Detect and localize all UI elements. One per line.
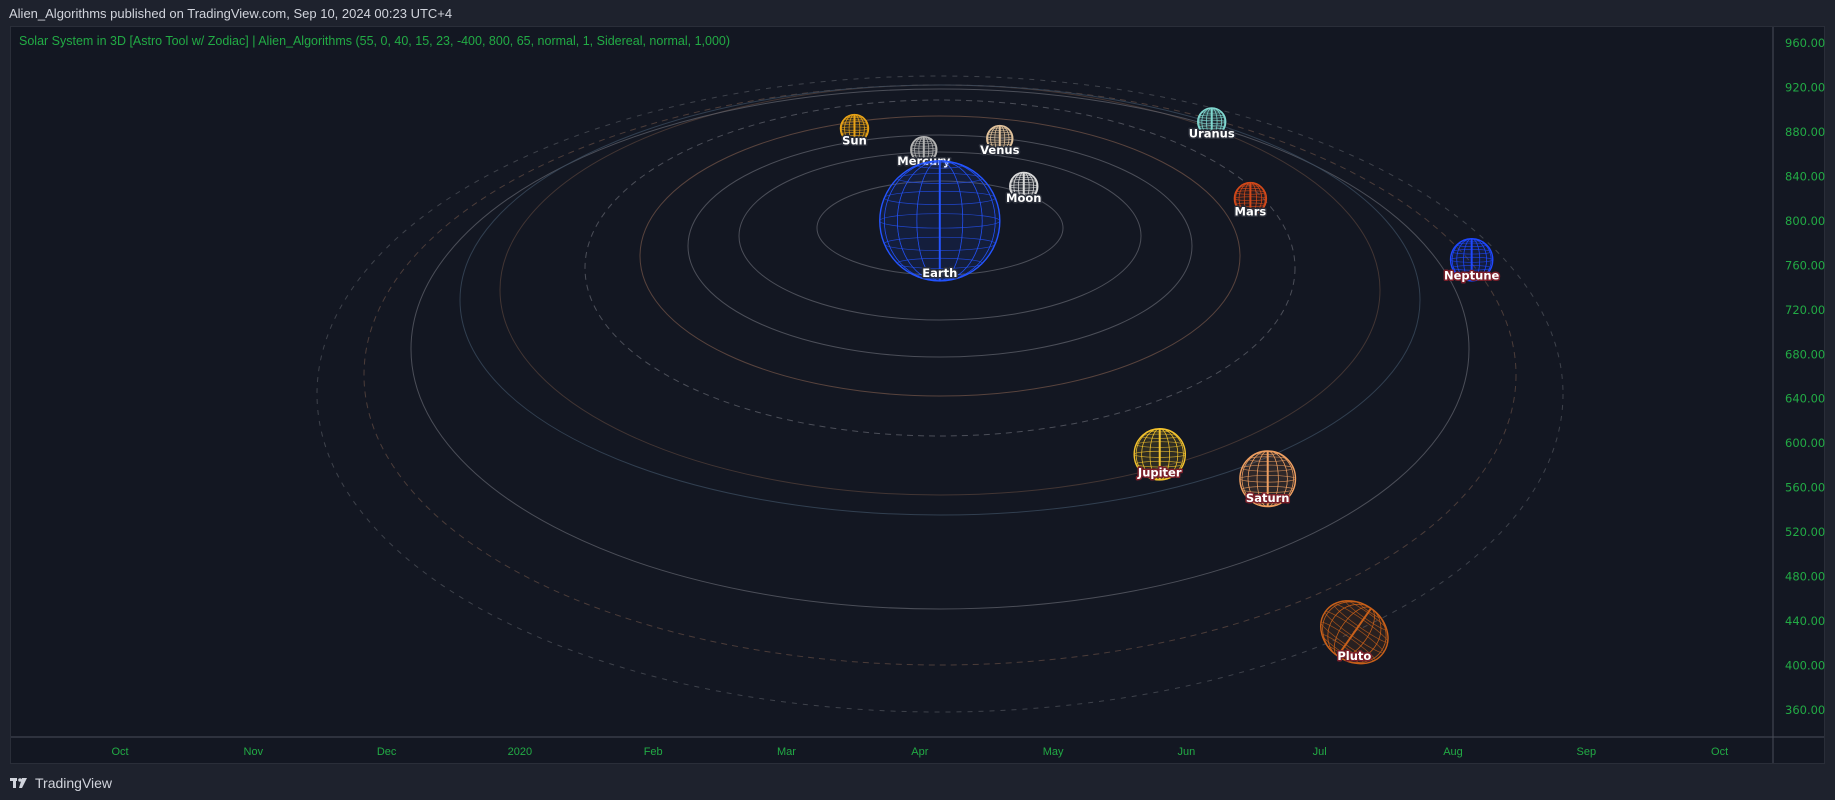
- price-tick-label: 640.00: [1785, 392, 1825, 406]
- price-tick-label: 720.00: [1785, 303, 1825, 317]
- price-tick-label: 400.00: [1785, 659, 1825, 673]
- time-tick-label: Apr: [911, 746, 928, 758]
- price-tick-label: 680.00: [1785, 347, 1825, 361]
- price-tick-label: 560.00: [1785, 481, 1825, 495]
- planet-label: Moon: [1006, 191, 1041, 205]
- price-tick-label: 520.00: [1785, 525, 1825, 539]
- time-tick-label: 2020: [508, 746, 532, 758]
- chart-canvas[interactable]: 960.00 920.00 880.00 840.00 800.00 760.00 720.…: [0, 0, 1835, 800]
- orbit-ellipse: [459, 84, 1421, 516]
- price-tick-label: 920.00: [1785, 80, 1825, 94]
- planet-label: Earth: [922, 266, 957, 280]
- price-tick-label: 800.00: [1785, 214, 1825, 228]
- footer-brand-text: TradingView: [35, 775, 113, 791]
- price-tick-label: 880.00: [1785, 125, 1825, 139]
- time-tick-label: Jul: [1313, 746, 1327, 758]
- time-tick-label: Oct: [1711, 746, 1728, 758]
- time-tick-label: Feb: [644, 746, 663, 758]
- planet-label: Mars: [1235, 204, 1267, 218]
- planet-earth[interactable]: [879, 160, 1001, 282]
- orbit-ellipse: [499, 84, 1381, 496]
- time-tick-label: Mar: [777, 746, 796, 758]
- time-tick-label: Nov: [244, 746, 264, 758]
- planet-label: Saturn: [1246, 491, 1290, 505]
- price-tick-label: 480.00: [1785, 570, 1825, 584]
- planet-label: Jupiter: [1137, 465, 1182, 479]
- planet-label: Sun: [842, 133, 867, 147]
- planet-label: Venus: [980, 143, 1019, 157]
- planet-label: Uranus: [1189, 127, 1235, 141]
- time-tick-label: Sep: [1577, 746, 1597, 758]
- price-tick-label: 960.00: [1785, 36, 1825, 50]
- indicator-title[interactable]: Solar System in 3D [Astro Tool w/ Zodiac…: [19, 34, 730, 48]
- footer-brand[interactable]: TradingView: [10, 775, 112, 791]
- price-tick-label: 840.00: [1785, 169, 1825, 183]
- time-tick-label: Oct: [111, 746, 128, 758]
- price-tick-label: 360.00: [1785, 703, 1825, 717]
- price-tick-label: 760.00: [1785, 258, 1825, 272]
- time-tick-label: Dec: [377, 746, 397, 758]
- price-tick-label: 440.00: [1785, 614, 1825, 628]
- time-tick-label: Jun: [1178, 746, 1196, 758]
- time-tick-label: Aug: [1443, 746, 1463, 758]
- time-tick-label: May: [1043, 746, 1064, 758]
- planet-label: Pluto: [1337, 649, 1371, 663]
- price-tick-label: 600.00: [1785, 436, 1825, 450]
- planet-pluto[interactable]: [1308, 588, 1400, 677]
- planet-label: Neptune: [1444, 268, 1500, 282]
- tradingview-logo-icon: [10, 778, 27, 788]
